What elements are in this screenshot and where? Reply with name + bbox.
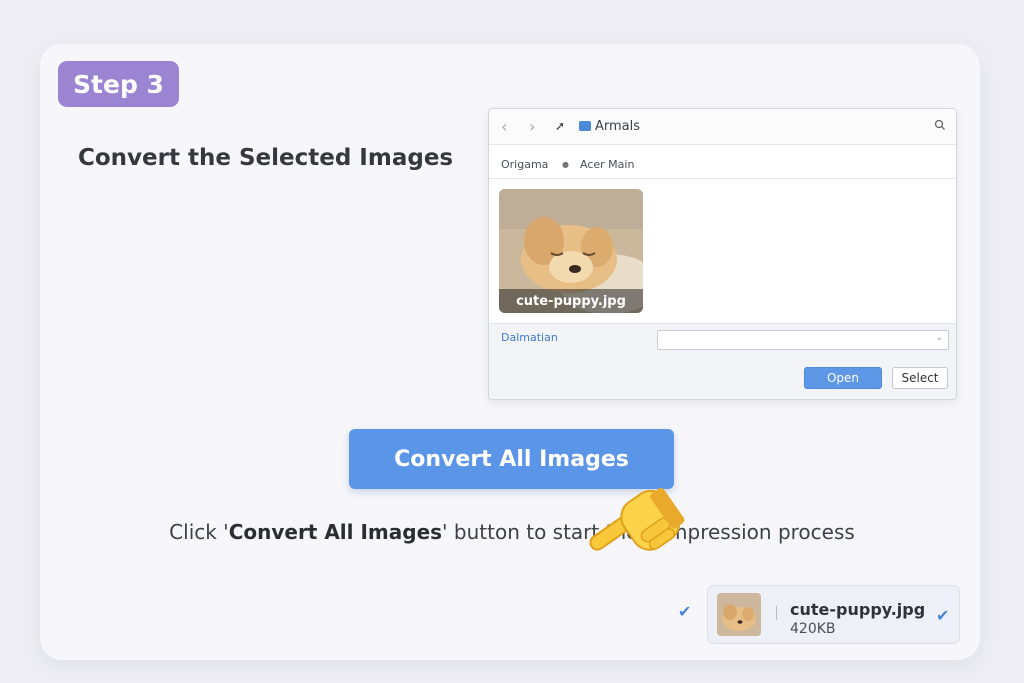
instruction-text-bold: Convert All Images: [228, 520, 443, 544]
instruction-text: Click 'Convert All Images' button to sta…: [0, 520, 1024, 544]
check-icon: ✔: [936, 606, 950, 625]
dialog-toolbar: ‹ › ➚ Armals: [489, 109, 956, 145]
search-icon[interactable]: [934, 119, 946, 134]
instruction-text-start: Click ': [169, 520, 229, 544]
forward-arrow-icon[interactable]: ›: [529, 117, 535, 136]
open-button[interactable]: Open: [804, 367, 882, 389]
filename-field[interactable]: ⌄: [657, 330, 949, 350]
chip-separator: [776, 606, 777, 620]
place-origama[interactable]: Origama: [501, 158, 548, 171]
file-dialog: ‹ › ➚ Armals Origama ● Acer Main cute-pu…: [488, 108, 957, 400]
pin-icon[interactable]: ➚: [555, 119, 565, 133]
selected-file-chip[interactable]: cute-puppy.jpg 420KB ✔: [707, 585, 960, 644]
dialog-places-bar: Origama ● Acer Main: [489, 145, 956, 179]
file-thumbnail[interactable]: cute-puppy.jpg: [499, 189, 643, 313]
puppy-image: [717, 593, 761, 636]
dialog-footer: Dalmatian ⌄ Open Select: [489, 323, 956, 399]
page-title: Convert the Selected Images: [78, 145, 454, 171]
place-acer-main[interactable]: Acer Main: [580, 158, 634, 171]
back-arrow-icon[interactable]: ‹: [501, 117, 507, 136]
select-button[interactable]: Select: [892, 367, 948, 389]
file-thumbnail-label: cute-puppy.jpg: [499, 289, 643, 313]
check-icon: ✔: [678, 602, 692, 621]
chip-file-size: 420KB: [790, 621, 836, 637]
dialog-field-label: Dalmatian: [501, 331, 558, 344]
pointing-hand-icon: [580, 470, 700, 580]
chip-thumbnail: [717, 593, 761, 636]
chevron-down-icon[interactable]: ⌄: [935, 333, 943, 343]
step-badge: Step 3: [58, 61, 179, 107]
separator-dot: ●: [562, 160, 569, 169]
folder-icon: [579, 121, 591, 131]
chip-file-name: cute-puppy.jpg: [790, 600, 926, 619]
dialog-path[interactable]: Armals: [595, 119, 640, 134]
